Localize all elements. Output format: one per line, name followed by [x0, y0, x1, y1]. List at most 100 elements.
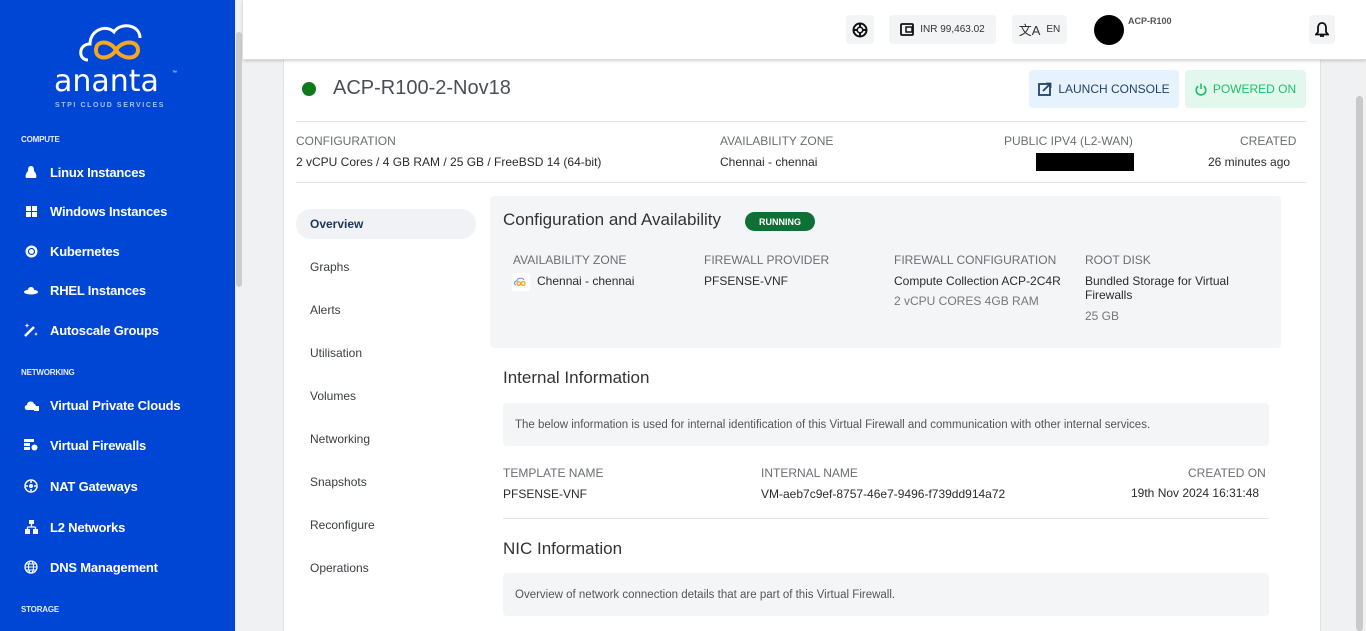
bell-icon [1315, 21, 1329, 37]
tab-volumes[interactable]: Volumes [296, 381, 476, 411]
nic-info-title: NIC Information [503, 539, 623, 558]
cloud-lock-icon [22, 397, 40, 413]
section-label-networking: NETWORKING [21, 368, 75, 377]
sidebar-item-virtual-private-clouds[interactable]: Virtual Private Clouds [22, 394, 181, 416]
translate-icon: 文A [1018, 23, 1041, 38]
sidebar-item-linux-instances[interactable]: Linux Instances [22, 161, 145, 183]
power-icon [1195, 83, 1207, 96]
launch-console-button[interactable]: LAUNCH CONSOLE [1029, 70, 1179, 108]
sidebar-item-rhel-instances[interactable]: RHEL Instances [22, 279, 146, 301]
sidebar-scrollbar-thumb[interactable] [236, 32, 242, 287]
zone-value: Chennai - chennai [537, 274, 635, 288]
section-label-compute: COMPUTE [21, 135, 60, 144]
instance-title: ACP-R100-2-Nov18 [333, 77, 511, 99]
availability-zone-value: Chennai - chennai [720, 155, 818, 169]
zone-logo-icon [512, 273, 530, 291]
firewall-provider-value: PFSENSE-VNF [704, 274, 789, 288]
power-status-label: POWERED ON [1212, 82, 1297, 96]
sidebar-item-dns-management[interactable]: DNS Management [22, 556, 158, 578]
firewall-configuration-sub: 2 vCPU CORES 4GB RAM [894, 294, 1039, 308]
root-disk-value: Bundled Storage for Virtual Firewalls [1085, 274, 1229, 302]
availability-zone-label: AVAILABILITY ZONE [720, 134, 834, 148]
sidebar-item-label: RHEL Instances [50, 282, 146, 298]
external-link-icon [1038, 82, 1052, 96]
sidebar-item-autoscale-groups[interactable]: Autoscale Groups [22, 319, 159, 341]
sidebar-item-label: Virtual Private Clouds [50, 397, 181, 413]
section-label-storage: STORAGE [21, 605, 60, 614]
sidebar: ananta ™ STPI CLOUD SERVICES COMPUTE Lin… [0, 0, 235, 631]
language-button[interactable]: 文A EN [1012, 15, 1067, 44]
status-dot [302, 82, 316, 96]
support-button[interactable] [846, 15, 874, 44]
root-disk-label: ROOT DISK [1085, 253, 1151, 267]
sidebar-item-label: NAT Gateways [50, 478, 138, 494]
lifebuoy-icon [852, 22, 868, 37]
created-label: CREATED [1240, 134, 1297, 148]
redhat-icon [22, 282, 40, 298]
launch-console-label: LAUNCH CONSOLE [1058, 82, 1170, 96]
created-on-label: CREATED ON [1188, 466, 1266, 480]
public-ip-label: PUBLIC IPV4 (L2-WAN) [1004, 134, 1133, 148]
kubernetes-icon [22, 243, 40, 259]
firewall-provider-label: FIREWALL PROVIDER [704, 253, 830, 267]
configuration-label: CONFIGURATION [296, 134, 396, 148]
power-button[interactable]: POWERED ON [1185, 70, 1306, 108]
public-ip-redacted [1036, 153, 1134, 171]
created-on-value: 19th Nov 2024 16:31:48 [1131, 486, 1260, 500]
sidebar-scrollbar[interactable] [235, 0, 243, 631]
created-value: 26 minutes ago [1208, 155, 1291, 169]
ananta-logo[interactable]: ananta ™ STPI CLOUD SERVICES [50, 18, 180, 114]
divider [503, 518, 1269, 519]
page-scrollbar-thumb[interactable] [1356, 96, 1363, 631]
sidebar-item-label: L2 Networks [50, 519, 126, 535]
network-tree-icon [22, 519, 40, 535]
internal-name-label: INTERNAL NAME [761, 466, 858, 480]
wallet-balance: INR 99,463.02 [920, 24, 985, 35]
root-disk-size: 25 GB [1085, 309, 1120, 323]
linux-icon [22, 164, 40, 180]
nic-info-description: Overview of network connection details t… [503, 573, 1269, 616]
sidebar-item-label: Kubernetes [50, 243, 120, 259]
firewall-icon [22, 437, 40, 453]
firewall-configuration-label: FIREWALL CONFIGURATION [894, 253, 1057, 267]
tab-networking[interactable]: Networking [296, 424, 476, 454]
tab-overview[interactable]: Overview [296, 209, 476, 239]
firewall-configuration-value: Compute Collection ACP-2C4R [894, 274, 1061, 288]
sidebar-item-l2-networks[interactable]: L2 Networks [22, 516, 125, 538]
internal-info-title: Internal Information [503, 368, 650, 387]
sidebar-item-label: Linux Instances [50, 164, 146, 180]
tab-alerts[interactable]: Alerts [296, 295, 476, 325]
nat-gateway-icon [22, 478, 40, 494]
sidebar-item-label: Windows Instances [50, 203, 168, 219]
sidebar-item-windows-instances[interactable]: Windows Instances [22, 200, 167, 222]
divider [296, 182, 1306, 183]
sidebar-item-kubernetes[interactable]: Kubernetes [22, 240, 120, 262]
sidebar-item-nat-gateways[interactable]: NAT Gateways [22, 475, 138, 497]
sidebar-item-label: Autoscale Groups [50, 322, 159, 338]
template-name-value: PFSENSE-VNF [503, 487, 588, 501]
tab-reconfigure[interactable]: Reconfigure [296, 510, 476, 540]
internal-info-description: The below information is used for intern… [503, 403, 1269, 446]
magic-wand-icon [22, 322, 40, 338]
sidebar-item-label: Virtual Firewalls [50, 437, 147, 453]
tab-utilisation[interactable]: Utilisation [296, 338, 476, 368]
tab-snapshots[interactable]: Snapshots [296, 467, 476, 497]
sidebar-item-virtual-firewalls[interactable]: Virtual Firewalls [22, 434, 146, 456]
wallet-balance-button[interactable]: INR 99,463.02 [889, 15, 996, 44]
sidebar-item-label: DNS Management [50, 559, 158, 575]
divider [296, 121, 1306, 122]
wallet-icon [900, 23, 915, 36]
notifications-button[interactable] [1309, 15, 1335, 44]
status-badge: RUNNING [745, 212, 815, 231]
user-name[interactable]: ACP-R100 [1128, 16, 1172, 26]
user-avatar[interactable] [1094, 15, 1124, 45]
cloud-infinity-logo-icon [79, 24, 142, 62]
tab-operations[interactable]: Operations [296, 553, 476, 583]
template-name-label: TEMPLATE NAME [503, 466, 604, 480]
tab-graphs[interactable]: Graphs [296, 252, 476, 282]
globe-icon [22, 559, 40, 575]
page-scrollbar[interactable] [1353, 60, 1366, 631]
configuration-value: 2 vCPU Cores / 4 GB RAM / 25 GB / FreeBS… [296, 155, 602, 169]
brand-name: ananta [54, 64, 159, 99]
windows-icon [22, 203, 40, 219]
